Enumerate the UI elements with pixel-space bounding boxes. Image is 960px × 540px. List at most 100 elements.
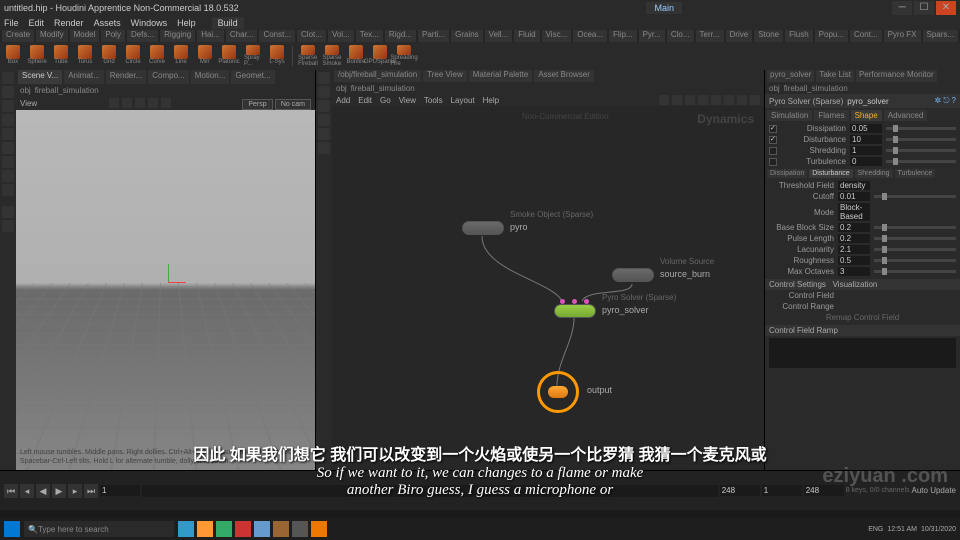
- obj-crumb[interactable]: obj: [336, 84, 347, 93]
- params-tab[interactable]: Performance Monitor: [856, 70, 937, 82]
- param-subtab[interactable]: Dissipation: [767, 169, 807, 178]
- display-icon[interactable]: [318, 128, 330, 140]
- shelf-tab[interactable]: Pyr...: [639, 30, 665, 42]
- param-tab[interactable]: Advanced: [884, 110, 928, 121]
- net-tool-icon[interactable]: [659, 95, 669, 105]
- param-slider[interactable]: [874, 237, 956, 240]
- start-button[interactable]: [4, 521, 20, 537]
- net-menu-help[interactable]: Help: [483, 96, 499, 105]
- param-value[interactable]: 2.1: [838, 245, 870, 254]
- network-tab[interactable]: Material Palette: [469, 70, 533, 82]
- auto-update[interactable]: Auto Update: [912, 486, 956, 495]
- viewport-3d[interactable]: Left mouse tumbles. Middle pans. Right d…: [16, 110, 315, 470]
- net-tool-icon[interactable]: [750, 95, 760, 105]
- app-icon[interactable]: [292, 521, 308, 537]
- shelf-tab[interactable]: Model: [70, 30, 100, 42]
- shelf-tool[interactable]: Sphere: [28, 45, 46, 67]
- view-icon[interactable]: [135, 98, 145, 108]
- shelf-tab[interactable]: Poly: [101, 30, 125, 42]
- help-icon[interactable]: ?: [952, 96, 956, 106]
- display-icon[interactable]: [318, 142, 330, 154]
- shelf-tool[interactable]: Tube: [52, 45, 70, 67]
- view-icon[interactable]: [109, 98, 119, 108]
- shelf-tool[interactable]: Circle: [124, 45, 142, 67]
- shelf-tab[interactable]: Tex...: [356, 30, 383, 42]
- shelf-tab[interactable]: Fluid: [514, 30, 539, 42]
- shelf-tab[interactable]: Parti...: [418, 30, 449, 42]
- param-slider[interactable]: [886, 127, 956, 130]
- node-output[interactable]: output: [537, 371, 579, 413]
- maximize-button[interactable]: ☐: [914, 1, 934, 15]
- shelf-tab[interactable]: Hai...: [197, 30, 224, 42]
- last-frame-button[interactable]: ⏭: [84, 484, 98, 498]
- checkbox[interactable]: [769, 147, 777, 155]
- shelf-tool[interactable]: Bonfire: [347, 45, 365, 67]
- param-value[interactable]: 0.01: [838, 192, 870, 201]
- param-subtab[interactable]: Shredding: [855, 169, 893, 178]
- param-tab[interactable]: Flames: [814, 110, 848, 121]
- shelf-tab[interactable]: Const...: [259, 30, 295, 42]
- panel-tab[interactable]: Motion...: [191, 70, 230, 84]
- shelf-tab[interactable]: Flush: [785, 30, 813, 42]
- shelf-tool[interactable]: Grid: [100, 45, 118, 67]
- build-dropdown[interactable]: Build: [212, 17, 244, 29]
- param-subtab[interactable]: Turbulence: [895, 169, 936, 178]
- panel-tab[interactable]: Scene V...: [18, 70, 62, 84]
- current-frame[interactable]: 1: [762, 485, 802, 496]
- param-slider[interactable]: [886, 149, 956, 152]
- shelf-tab[interactable]: Create: [2, 30, 34, 42]
- prev-frame-button[interactable]: ◂: [20, 484, 34, 498]
- net-menu-tools[interactable]: Tools: [424, 96, 443, 105]
- node-volume-source[interactable]: Volume Source source_burn: [612, 268, 654, 282]
- timeline-track[interactable]: [142, 485, 718, 497]
- net-tool-icon[interactable]: [737, 95, 747, 105]
- tool-move-icon[interactable]: [2, 86, 14, 98]
- desktop-main[interactable]: Main: [646, 2, 682, 14]
- first-frame-button[interactable]: ⏮: [4, 484, 18, 498]
- shelf-tool[interactable]: Mirr: [196, 45, 214, 67]
- param-slider[interactable]: [874, 248, 956, 251]
- menu-windows[interactable]: Windows: [131, 18, 168, 28]
- param-value[interactable]: Block-Based: [838, 203, 870, 221]
- node-smoke-object[interactable]: Smoke Object (Sparse) pyro: [462, 221, 504, 235]
- param-subtab[interactable]: Disturbance: [809, 169, 852, 178]
- panel-tab[interactable]: Render...: [106, 70, 146, 84]
- shelf-tab[interactable]: Clot...: [297, 30, 326, 42]
- tool-scale-icon[interactable]: [2, 114, 14, 126]
- params-path[interactable]: obj fireball_simulation: [765, 82, 960, 94]
- shelf-tab[interactable]: Popu...: [815, 30, 848, 42]
- param-tab[interactable]: Simulation: [767, 110, 812, 121]
- display-icon[interactable]: [318, 114, 330, 126]
- param-value[interactable]: 10: [850, 135, 882, 144]
- shelf-tab[interactable]: Clo...: [667, 30, 694, 42]
- ramp-editor[interactable]: [769, 338, 956, 368]
- tool-generic-icon[interactable]: [2, 206, 14, 218]
- app-icon[interactable]: [197, 521, 213, 537]
- param-tab[interactable]: Shape: [851, 110, 882, 121]
- params-tab[interactable]: Take List: [816, 70, 854, 82]
- param-slider[interactable]: [874, 226, 956, 229]
- end-frame2[interactable]: 248: [804, 485, 844, 496]
- app-icon[interactable]: [216, 521, 232, 537]
- param-slider[interactable]: [874, 195, 956, 198]
- tool-generic-icon[interactable]: [2, 184, 14, 196]
- view-icon[interactable]: [122, 98, 132, 108]
- remap-toggle[interactable]: Remap Control Field: [826, 313, 899, 322]
- param-value[interactable]: 0: [850, 157, 882, 166]
- tool-select-icon[interactable]: [2, 72, 14, 84]
- param-value[interactable]: 3: [838, 267, 870, 276]
- start-frame[interactable]: 1: [100, 485, 140, 496]
- play-back-button[interactable]: ◀: [36, 484, 50, 498]
- network-tab[interactable]: Asset Browser: [534, 70, 594, 82]
- panel-tab[interactable]: Geomet...: [231, 70, 274, 84]
- app-icon[interactable]: [273, 521, 289, 537]
- tool-generic-icon[interactable]: [2, 156, 14, 168]
- display-icon[interactable]: [318, 100, 330, 112]
- shelf-tab[interactable]: Ocea...: [573, 30, 607, 42]
- shelf-tab[interactable]: Char...: [226, 30, 258, 42]
- display-icon[interactable]: [318, 86, 330, 98]
- pin-icon[interactable]: ⎋: [943, 96, 949, 106]
- app-icon[interactable]: [178, 521, 194, 537]
- network-view[interactable]: Dynamics Non-Commercial Edition Smoke Ob…: [332, 106, 764, 470]
- obj-crumb[interactable]: obj: [20, 86, 31, 95]
